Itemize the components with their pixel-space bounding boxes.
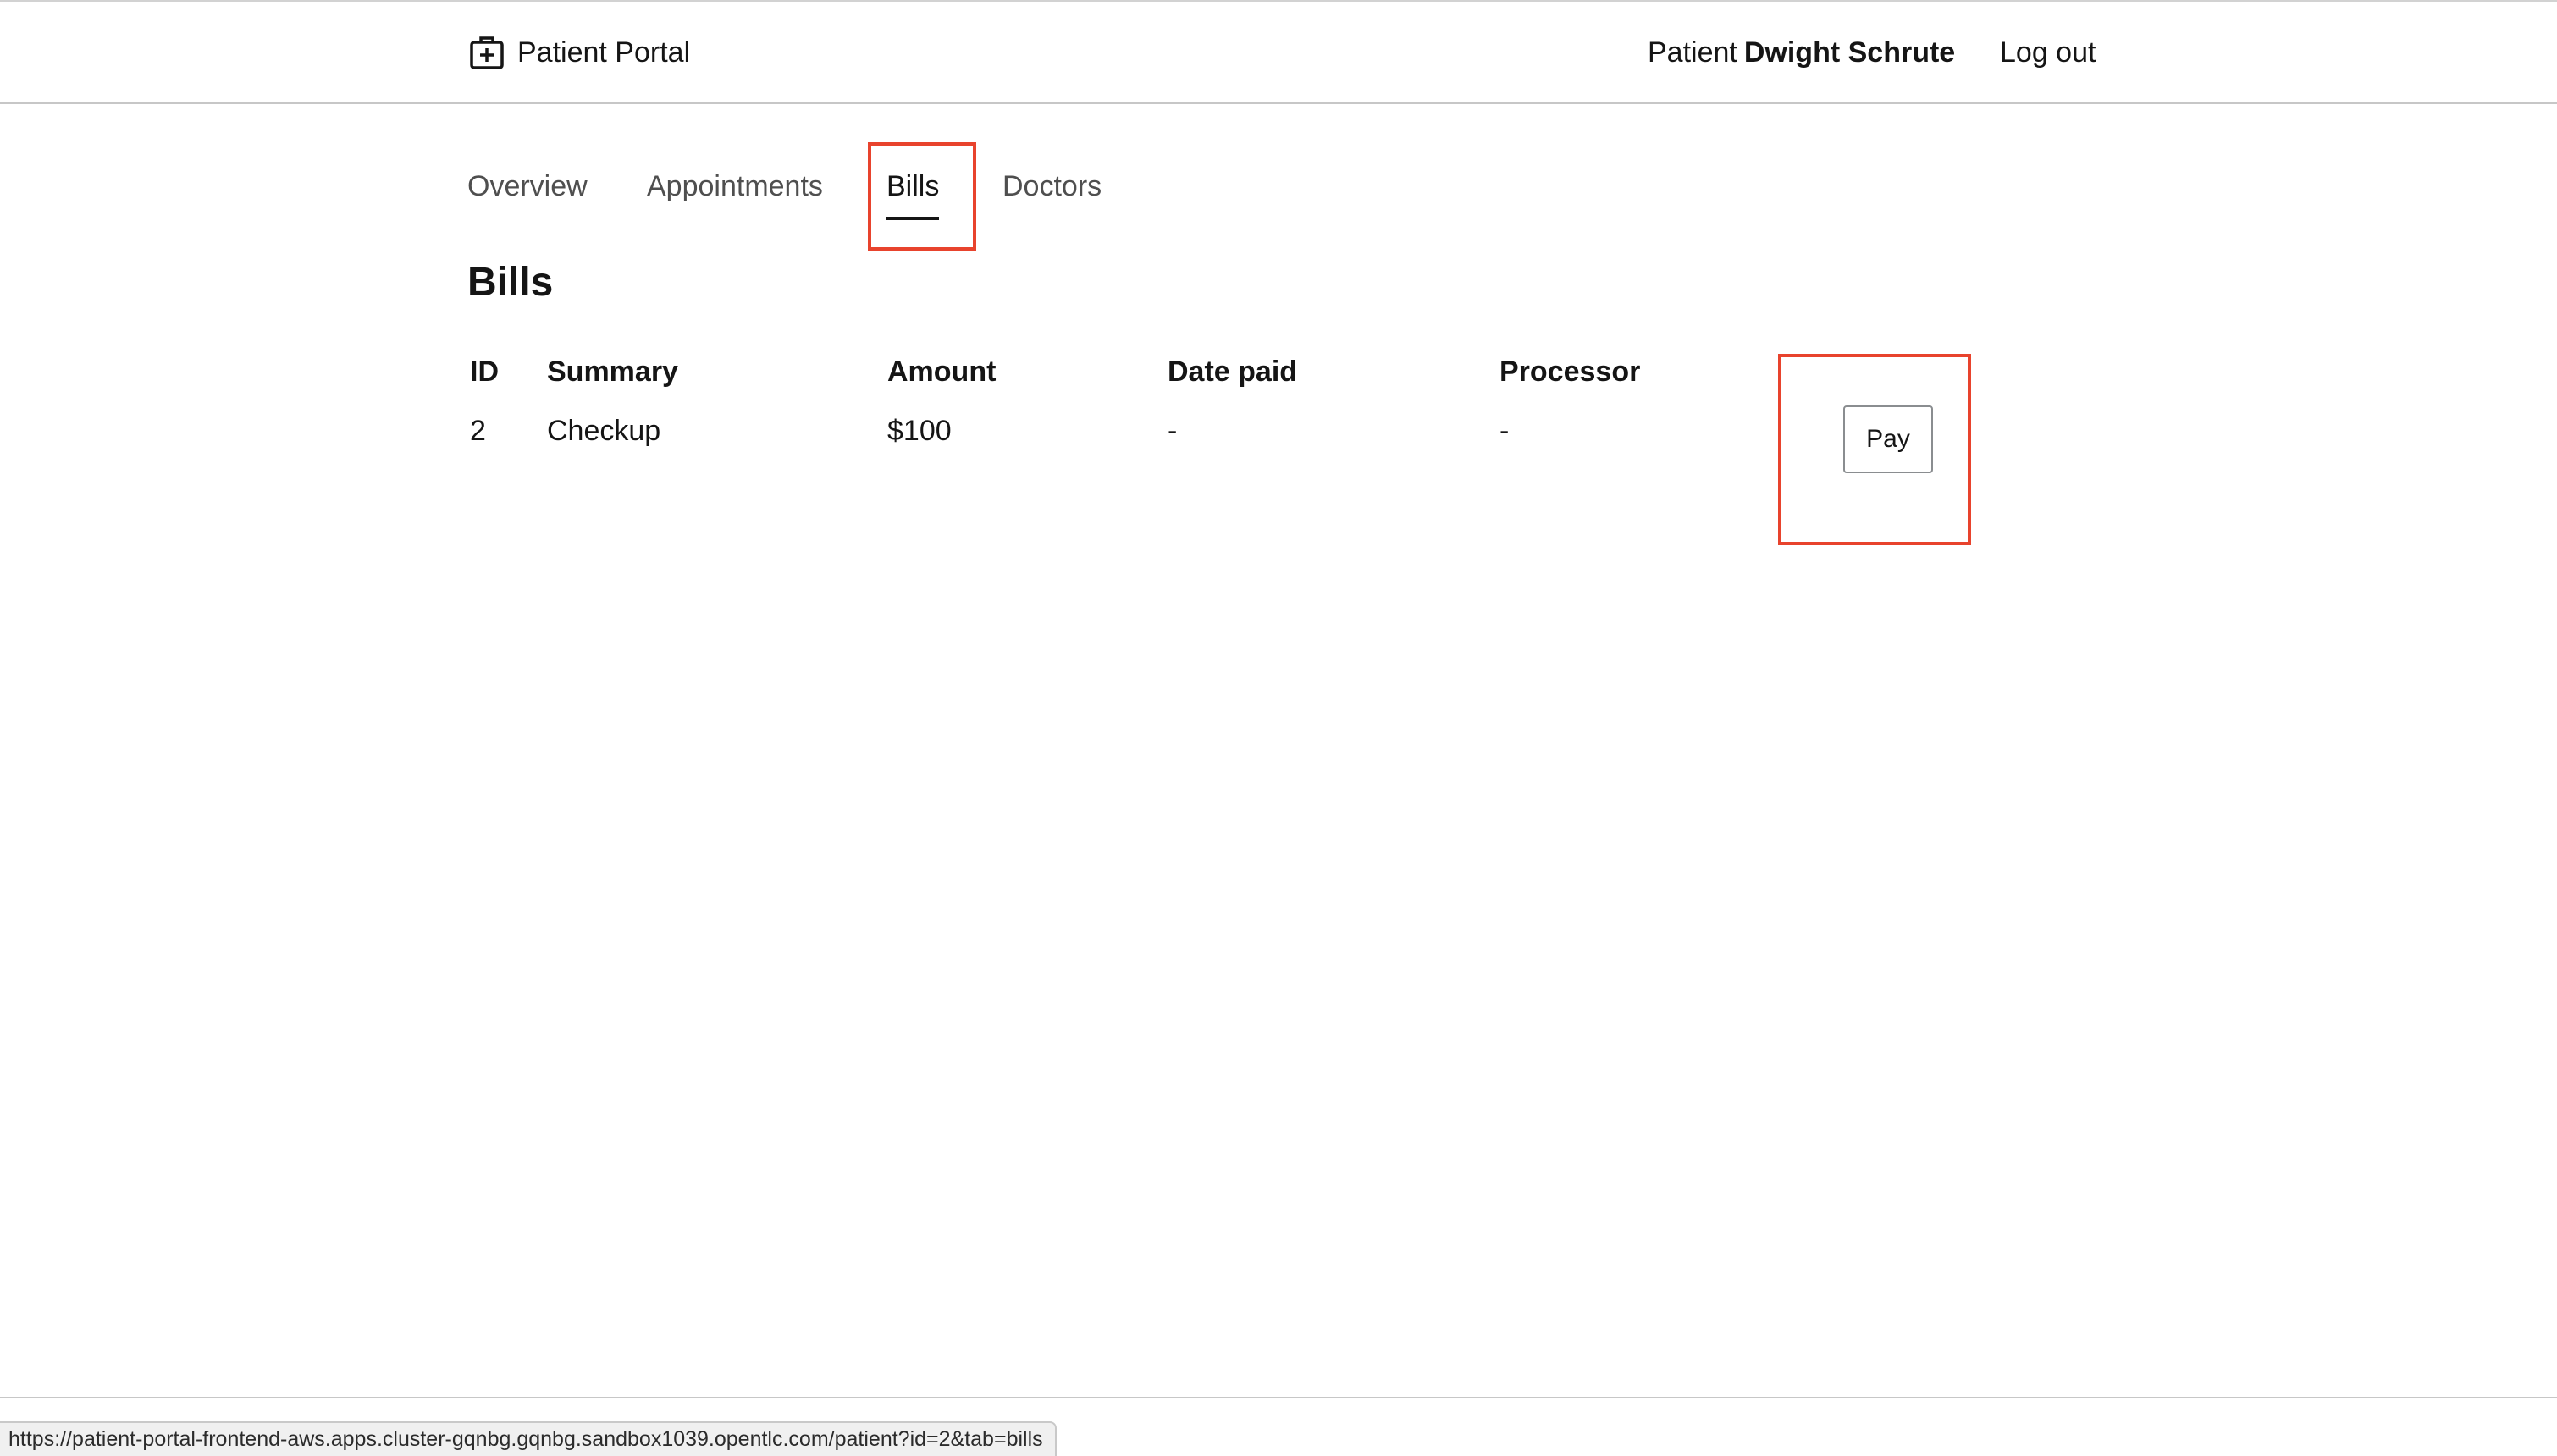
cell-date-paid: -	[1168, 415, 1178, 447]
medical-briefcase-icon	[468, 34, 505, 71]
cell-id: 2	[470, 415, 486, 447]
tab-overview[interactable]: Overview	[467, 161, 588, 212]
cell-processor: -	[1499, 415, 1510, 447]
tab-appointments[interactable]: Appointments	[647, 161, 823, 212]
brand[interactable]: Patient Portal	[468, 32, 690, 73]
column-header-date-paid: Date paid	[1168, 356, 1298, 388]
column-header-processor: Processor	[1499, 356, 1641, 388]
highlight-box-pay-button	[1778, 354, 1971, 545]
tab-doctors[interactable]: Doctors	[1002, 161, 1102, 212]
page: Patient Portal Patient Dwight Schrute Lo…	[0, 0, 2557, 1456]
top-header: Patient Portal Patient Dwight Schrute Lo…	[0, 0, 2557, 104]
page-title: Bills	[467, 260, 554, 305]
highlight-box-bills-tab	[868, 142, 976, 251]
user-role: Patient	[1648, 36, 1737, 69]
browser-status-url: https://patient-portal-frontend-aws.apps…	[0, 1421, 1057, 1456]
user-info: Patient Dwight Schrute	[1648, 32, 1955, 73]
column-header-summary: Summary	[547, 356, 678, 388]
column-header-amount: Amount	[887, 356, 997, 388]
cell-amount: $100	[887, 415, 952, 447]
user-name: Dwight Schrute	[1743, 36, 1956, 69]
logout-link[interactable]: Log out	[2000, 32, 2096, 73]
column-header-id: ID	[470, 356, 499, 388]
cell-summary: Checkup	[547, 415, 661, 447]
bottom-divider	[0, 1397, 2557, 1398]
app-name: Patient Portal	[517, 36, 691, 69]
